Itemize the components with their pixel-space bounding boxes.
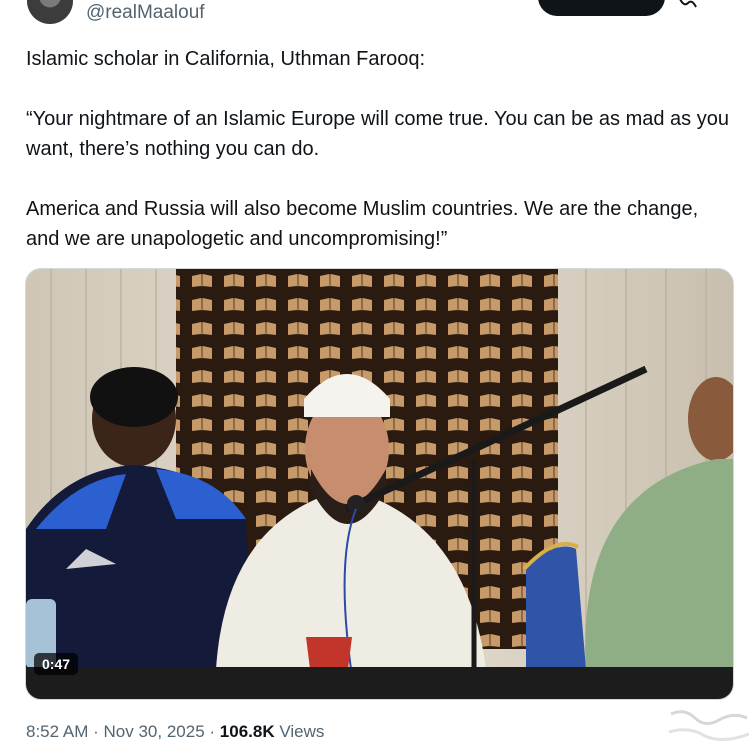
tweet-paragraph: Islamic scholar in California, Uthman Fa… (26, 48, 426, 70)
grok-icon[interactable] (678, 0, 698, 8)
views-label: Views (279, 722, 325, 741)
video-frame (26, 269, 733, 699)
video-player[interactable]: 0:47 (25, 268, 734, 700)
tweet-paragraph: “Your nightmare of an Islamic Europe wil… (26, 108, 729, 160)
tweet-time[interactable]: 8:52 AM (26, 722, 88, 741)
author-avatar[interactable] (27, 0, 73, 24)
follow-button[interactable] (538, 0, 665, 16)
video-duration: 0:47 (34, 653, 79, 675)
meta-separator: · (93, 722, 99, 741)
tweet-paragraph: America and Russia will also become Musl… (26, 198, 699, 250)
author-handle[interactable]: @realMaalouf (86, 2, 205, 24)
tweet-meta: 8:52 AM · Nov 30, 2025 · 106.8K Views (26, 722, 324, 742)
watermark-icon (668, 710, 750, 741)
views-count: 106.8K (219, 722, 275, 741)
meta-separator: · (209, 722, 216, 741)
tweet-date[interactable]: Nov 30, 2025 (104, 722, 205, 741)
tweet-text: Islamic scholar in California, Uthman Fa… (26, 44, 736, 254)
